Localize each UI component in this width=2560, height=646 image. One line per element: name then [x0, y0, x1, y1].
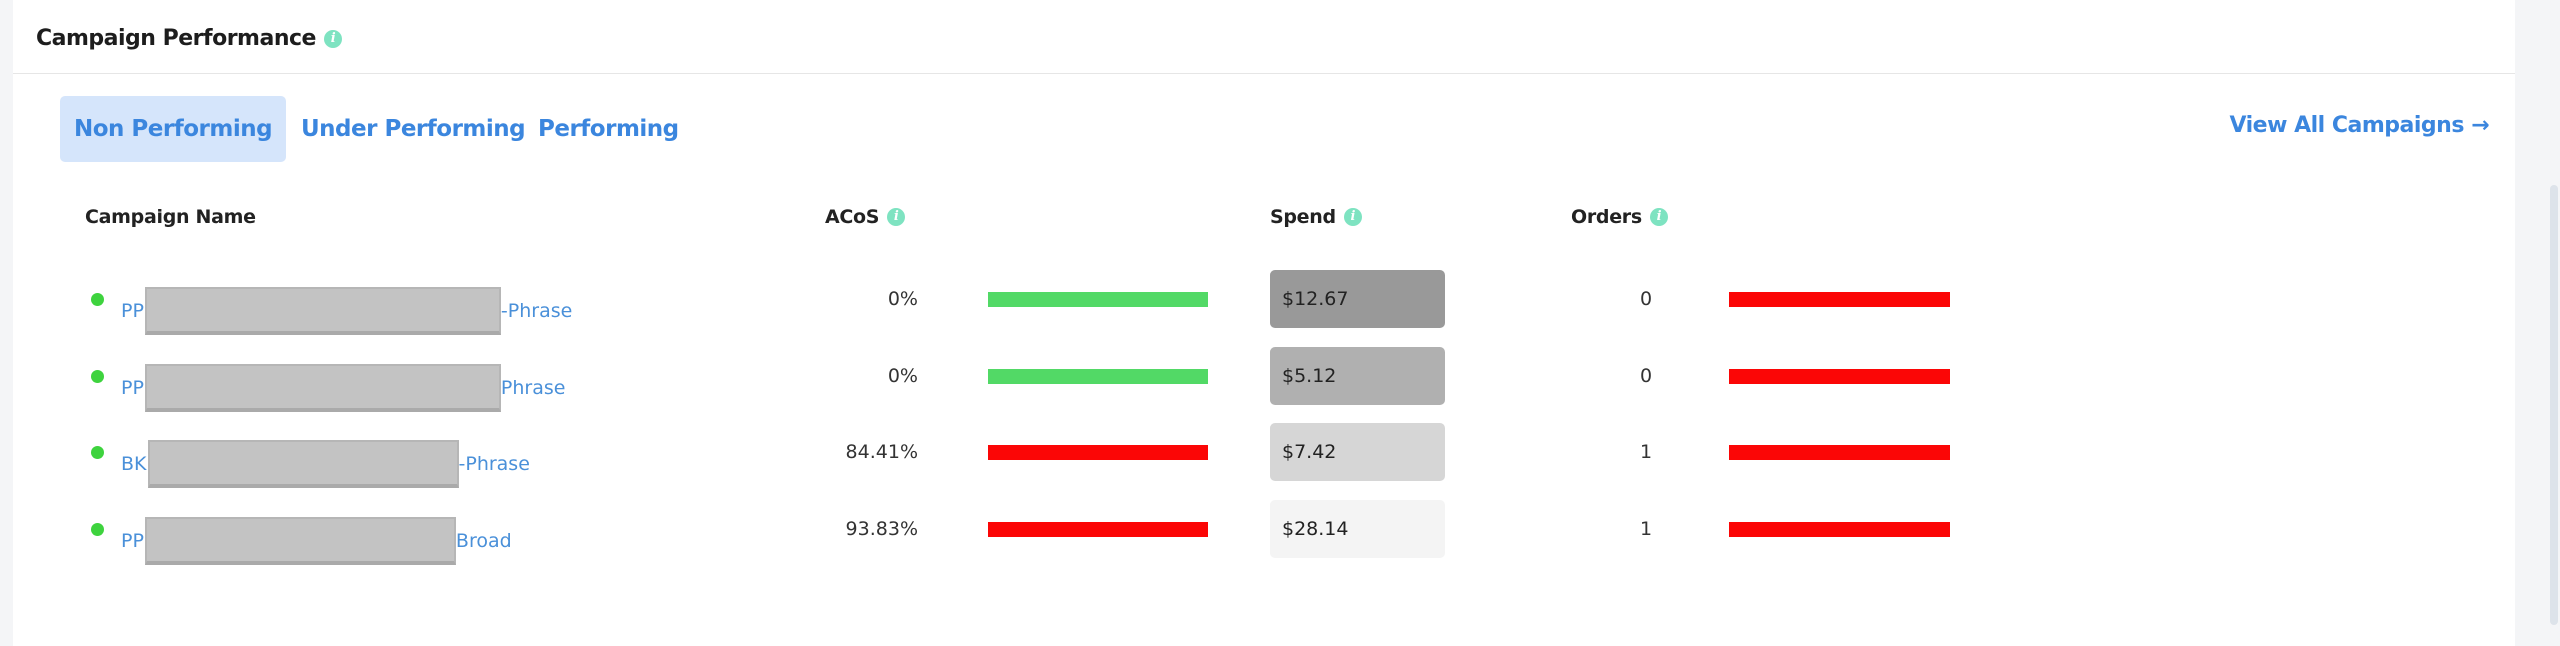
- orders-value: 0: [1639, 288, 1653, 310]
- column-header-campaign-name: Campaign Name: [85, 206, 256, 228]
- campaign-name-link[interactable]: PP Phrase: [121, 364, 565, 412]
- table-row: PP Broad 93.83% $28.14 1: [13, 500, 2515, 565]
- campaign-name-suffix: Broad: [455, 530, 512, 552]
- acos-value: 93.83%: [845, 518, 918, 540]
- spend-value: $12.67: [1270, 270, 1445, 328]
- campaign-name-prefix: PP: [121, 530, 144, 552]
- scrollbar-thumb[interactable]: [2550, 185, 2558, 625]
- acos-bar: [988, 445, 1208, 460]
- acos-bar: [988, 292, 1208, 307]
- column-header-orders: Orders i: [1571, 206, 1668, 228]
- header-label: Spend: [1270, 206, 1336, 228]
- campaign-name-prefix: BK: [121, 453, 147, 475]
- divider: [13, 73, 2515, 74]
- campaign-performance-card: Campaign Performance i Non Performing Un…: [13, 0, 2515, 646]
- info-icon[interactable]: i: [1343, 208, 1362, 226]
- orders-bar: [1729, 292, 1950, 307]
- redacted-block: [144, 364, 501, 412]
- spend-value: $7.42: [1270, 423, 1445, 481]
- column-header-acos: ACoS i: [825, 206, 906, 228]
- header-label: Campaign Name: [85, 206, 256, 228]
- table-row: PP -Phrase 0% $12.67 0: [13, 270, 2515, 335]
- status-dot: [91, 293, 104, 306]
- spend-value: $28.14: [1270, 500, 1445, 558]
- campaign-name-suffix: Phrase: [500, 377, 566, 399]
- info-icon[interactable]: i: [323, 29, 342, 48]
- view-all-campaigns-link[interactable]: View All Campaigns →: [2230, 113, 2490, 138]
- card-title: Campaign Performance i: [36, 26, 342, 51]
- orders-bar: [1729, 522, 1950, 537]
- orders-value: 1: [1639, 441, 1653, 463]
- acos-bar: [988, 522, 1208, 537]
- orders-bar: [1729, 445, 1950, 460]
- spend-value: $5.12: [1270, 347, 1445, 405]
- info-icon[interactable]: i: [1649, 208, 1668, 226]
- acos-value: 84.41%: [845, 441, 918, 463]
- scrollbar[interactable]: [2546, 0, 2560, 646]
- redacted-block: [147, 440, 459, 488]
- redacted-block: [144, 517, 456, 565]
- tab-performing[interactable]: Performing: [524, 96, 693, 162]
- tab-under-performing[interactable]: Under Performing: [287, 96, 539, 162]
- status-dot: [91, 370, 104, 383]
- campaign-name-prefix: PP: [121, 377, 144, 399]
- tab-non-performing[interactable]: Non Performing: [60, 96, 287, 162]
- acos-bar: [988, 369, 1208, 384]
- header-label: Orders: [1571, 206, 1642, 228]
- card-title-text: Campaign Performance: [36, 26, 316, 51]
- status-dot: [91, 446, 104, 459]
- redacted-block: [144, 287, 501, 335]
- acos-value: 0%: [887, 365, 918, 387]
- orders-value: 1: [1639, 518, 1653, 540]
- table-row: BK -Phrase 84.41% $7.42 1: [13, 423, 2515, 488]
- acos-value: 0%: [887, 288, 918, 310]
- campaign-name-link[interactable]: PP -Phrase: [121, 287, 572, 335]
- table-row: PP Phrase 0% $5.12 0: [13, 347, 2515, 412]
- campaign-name-suffix: -Phrase: [500, 300, 573, 322]
- column-header-spend: Spend i: [1270, 206, 1362, 228]
- campaign-name-link[interactable]: PP Broad: [121, 517, 512, 565]
- orders-bar: [1729, 369, 1950, 384]
- campaign-name-suffix: -Phrase: [458, 453, 530, 475]
- orders-value: 0: [1639, 365, 1653, 387]
- campaign-name-prefix: PP: [121, 300, 144, 322]
- campaign-name-link[interactable]: BK -Phrase: [121, 440, 530, 488]
- status-dot: [91, 523, 104, 536]
- info-icon[interactable]: i: [887, 208, 906, 226]
- header-label: ACoS: [825, 206, 880, 228]
